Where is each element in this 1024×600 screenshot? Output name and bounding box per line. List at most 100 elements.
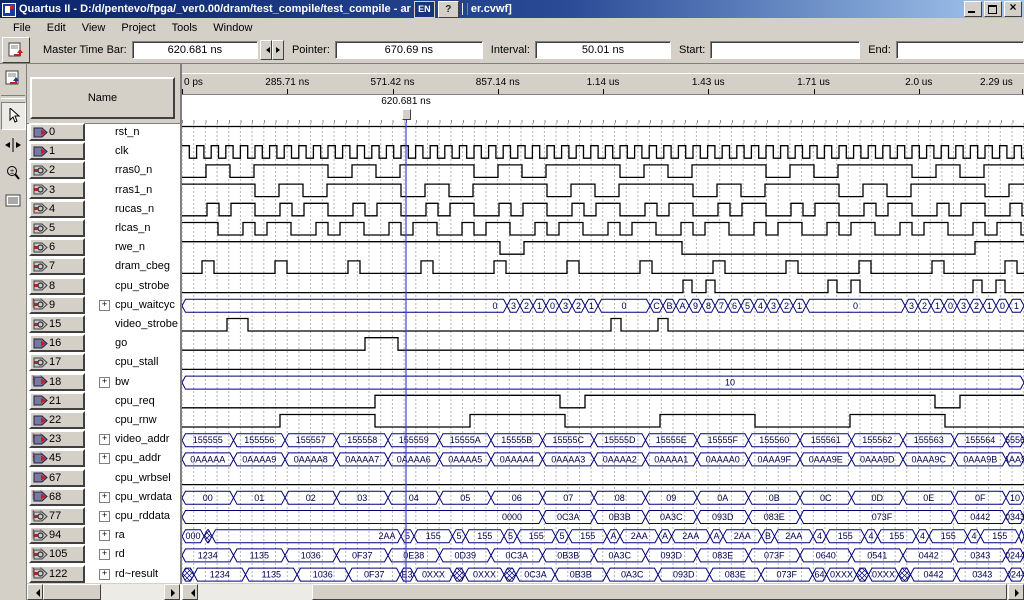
full-screen-button[interactable]	[1, 188, 24, 214]
end-field[interactable]	[896, 41, 1024, 59]
signal-row-cpu_rnw[interactable]: 22 cpu_rnw	[27, 411, 180, 430]
scroll-right-icon[interactable]	[1008, 584, 1024, 600]
menu-view[interactable]: View	[74, 20, 114, 36]
signal-id-cell[interactable]: 45	[29, 449, 85, 467]
signal-row-cpu_rddata[interactable]: 77cpu_rddata	[27, 507, 180, 526]
signal-row-dram_cbeg[interactable]: 7 dram_cbeg	[27, 257, 180, 276]
signal-id-cell[interactable]: 18	[29, 373, 85, 391]
signal-id-cell[interactable]: 22	[29, 411, 85, 429]
signal-id-cell[interactable]: 122	[29, 565, 85, 583]
signal-name[interactable]: cpu_rnw	[115, 414, 157, 426]
signal-name[interactable]: bw	[115, 376, 129, 388]
signal-row-ra[interactable]: 94ra	[27, 526, 180, 545]
wave-scroll-thumb[interactable]	[312, 584, 1007, 600]
signal-id-cell[interactable]: 2	[29, 161, 85, 179]
signal-name[interactable]: rd	[115, 548, 125, 560]
expand-plus-icon[interactable]	[99, 377, 110, 388]
signal-id-cell[interactable]: 68	[29, 488, 85, 506]
pointer-tool-button[interactable]	[1, 102, 26, 130]
signal-id-cell[interactable]: 105	[29, 545, 85, 563]
signal-row-cpu_wrbsel[interactable]: 67 cpu_wrbsel	[27, 469, 180, 488]
signal-name[interactable]: video_addr	[115, 433, 169, 445]
expand-plus-icon[interactable]	[99, 453, 110, 464]
signal-row-rucas_n[interactable]: 4rucas_n	[27, 200, 180, 219]
signal-id-cell[interactable]: 3	[29, 181, 85, 199]
signal-id-cell[interactable]: 9	[29, 296, 85, 314]
signal-name[interactable]: cpu_req	[115, 395, 155, 407]
restore-button[interactable]	[984, 1, 1002, 17]
expand-plus-icon[interactable]	[99, 492, 110, 503]
menu-window[interactable]: Window	[205, 20, 260, 36]
signal-id-cell[interactable]: 0	[29, 123, 85, 141]
signal-name[interactable]: rras1_n	[115, 184, 152, 196]
expand-plus-icon[interactable]	[99, 434, 110, 445]
expand-plus-icon[interactable]	[99, 549, 110, 560]
scroll-right-icon[interactable]	[164, 584, 180, 600]
waveform-canvas[interactable]: 032103210CBA9876543210321032101101555551…	[182, 123, 1024, 584]
signal-row-go[interactable]: 16 go	[27, 334, 180, 353]
signal-name[interactable]: video_strobe	[115, 318, 178, 330]
wave-scrollbar[interactable]	[182, 583, 1024, 600]
signal-name[interactable]: rlcas_n	[115, 222, 150, 234]
signal-id-cell[interactable]: 7	[29, 257, 85, 275]
signal-id-cell[interactable]: 6	[29, 238, 85, 256]
export-button[interactable]	[1, 66, 24, 92]
cursor-handle[interactable]	[402, 109, 411, 120]
signal-row-rras1_n[interactable]: 3 rras1_n	[27, 181, 180, 200]
signal-name[interactable]: rras0_n	[115, 164, 152, 176]
signal-row-rst_n[interactable]: 0 rst_n	[27, 123, 180, 142]
signal-name[interactable]: cpu_addr	[115, 452, 161, 464]
signal-row-rlcas_n[interactable]: 5rlcas_n	[27, 219, 180, 238]
expand-plus-icon[interactable]	[99, 569, 110, 580]
help-button[interactable]	[438, 1, 459, 18]
signal-name[interactable]: rst_n	[115, 126, 139, 138]
signal-id-cell[interactable]: 8	[29, 277, 85, 295]
signal-row-cpu_req[interactable]: 21cpu_req	[27, 392, 180, 411]
signal-row-cpu_addr[interactable]: 45 cpu_addr	[27, 449, 180, 468]
signal-id-cell[interactable]: 23	[29, 430, 85, 448]
minimize-button[interactable]	[964, 1, 982, 17]
signal-name[interactable]: cpu_strobe	[115, 280, 169, 292]
signal-name[interactable]: cpu_wrdata	[115, 491, 172, 503]
signal-name[interactable]: cpu_stall	[115, 356, 158, 368]
signal-name[interactable]: cpu_waitcyc	[115, 299, 175, 311]
signal-id-cell[interactable]: 1	[29, 142, 85, 160]
signal-id-cell[interactable]: 15	[29, 315, 85, 333]
time-ruler[interactable]: 0 ps285.71 ns571.42 ns857.14 ns1.14 us1.…	[182, 73, 1024, 95]
menu-edit[interactable]: Edit	[39, 20, 74, 36]
signal-row-cpu_strobe[interactable]: 8 cpu_strobe	[27, 277, 180, 296]
signal-row-cpu_stall[interactable]: 17 cpu_stall	[27, 353, 180, 372]
signal-name[interactable]: clk	[115, 145, 128, 157]
zoom-tool-button[interactable]: ±	[1, 160, 24, 186]
signal-id-cell[interactable]: 17	[29, 353, 85, 371]
signal-row-video_addr[interactable]: 23 video_addr	[27, 430, 180, 449]
start-field[interactable]	[710, 41, 860, 59]
expand-plus-icon[interactable]	[99, 300, 110, 311]
master-time-next-button[interactable]	[272, 40, 284, 60]
report-button[interactable]	[2, 37, 30, 63]
signal-name[interactable]: cpu_rddata	[115, 510, 170, 522]
signal-row-bw[interactable]: 18 bw	[27, 373, 180, 392]
fit-view-button[interactable]	[1, 132, 24, 158]
master-time-prev-button[interactable]	[260, 40, 272, 60]
signal-row-rwe_n[interactable]: 6rwe_n	[27, 238, 180, 257]
master-time-field[interactable]: 620.681 ns	[132, 41, 258, 59]
signal-row-cpu_wrdata[interactable]: 68 cpu_wrdata	[27, 488, 180, 507]
signal-row-rd~result[interactable]: 122 rd~result	[27, 565, 180, 584]
expand-plus-icon[interactable]	[99, 530, 110, 541]
names-scrollbar[interactable]	[27, 583, 180, 600]
signal-name[interactable]: dram_cbeg	[115, 260, 170, 272]
signal-name[interactable]: go	[115, 337, 127, 349]
signal-row-clk[interactable]: 1 clk	[27, 142, 180, 161]
names-scroll-thumb[interactable]	[43, 584, 101, 600]
marker-band[interactable]: 620.681 ns	[182, 95, 1024, 123]
signal-name[interactable]: cpu_wrbsel	[115, 472, 171, 484]
signal-row-cpu_waitcyc[interactable]: 9 cpu_waitcyc	[27, 296, 180, 315]
toolbar-grip[interactable]	[462, 3, 468, 15]
signal-name[interactable]: rd~result	[115, 568, 158, 580]
signal-id-cell[interactable]: 94	[29, 526, 85, 544]
scroll-left-icon[interactable]	[27, 584, 43, 600]
signal-id-cell[interactable]: 16	[29, 334, 85, 352]
signal-id-cell[interactable]: 67	[29, 469, 85, 487]
signal-row-rras0_n[interactable]: 2 rras0_n	[27, 161, 180, 180]
